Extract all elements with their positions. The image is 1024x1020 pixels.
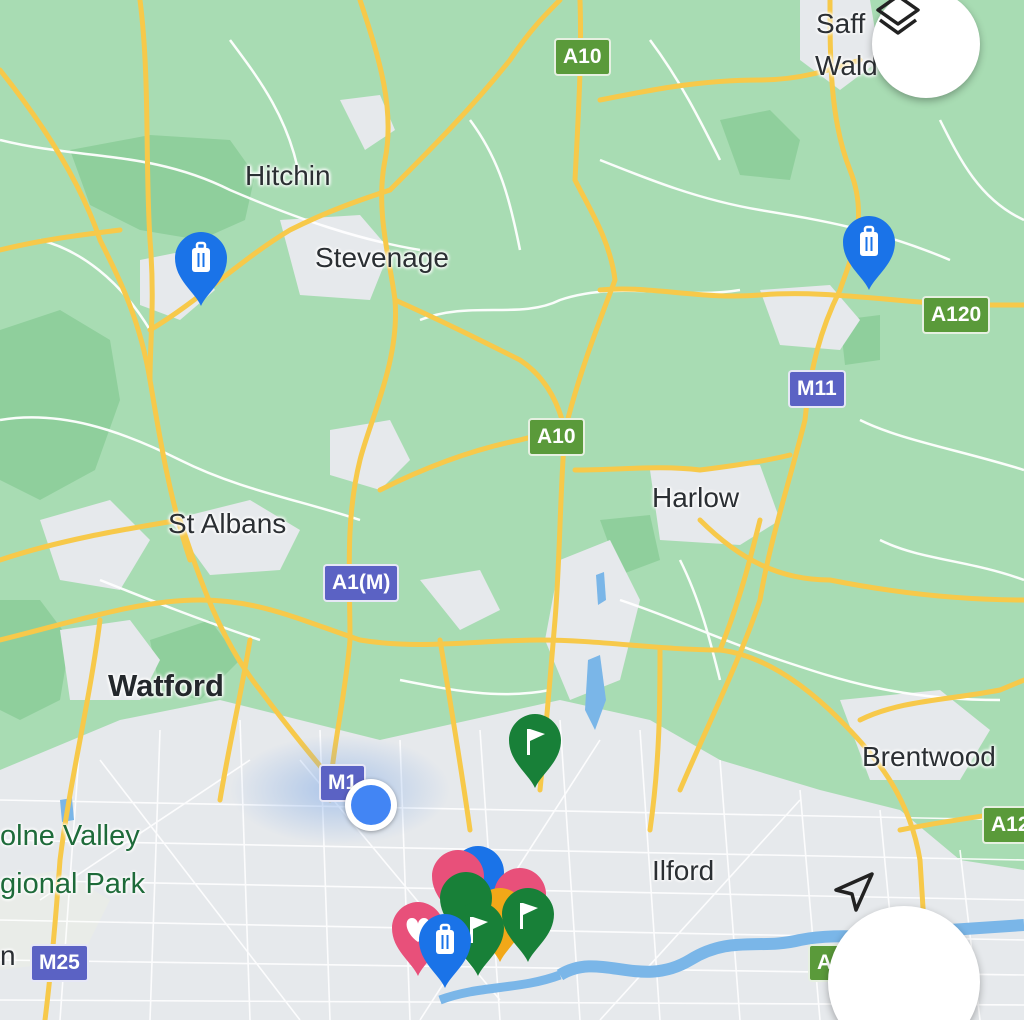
road-shield-a10: A10: [554, 38, 611, 76]
place-label-brentwood: Brentwood: [862, 741, 996, 772]
layers-icon: [876, 0, 920, 35]
road-shield-a1m: A1(M): [323, 564, 400, 602]
place-label-hitchin: Hitchin: [245, 160, 331, 191]
road-shield-a10-mid: A10: [528, 418, 585, 456]
current-location-core: [351, 785, 391, 825]
place-label-st-albans: St Albans: [168, 508, 287, 539]
road-shield-m11: M11: [788, 370, 846, 408]
place-label-saffron-walden-2: Wald: [815, 50, 878, 81]
place-label-edge: n: [0, 940, 16, 971]
road-shield-a12: A12: [982, 806, 1024, 844]
place-label-saffron-walden: Saff: [816, 8, 866, 39]
place-label-colne-valley-2: gional Park: [0, 868, 146, 900]
place-label-colne-valley: olne Valley: [0, 820, 140, 852]
place-label-watford: Watford: [108, 668, 224, 703]
place-label-ilford: Ilford: [652, 855, 715, 886]
place-label-stevenage: Stevenage: [315, 242, 449, 273]
navigation-arrow-icon: [834, 872, 874, 912]
road-shield-a120: A120: [922, 296, 991, 334]
road-shield-m25: M25: [30, 944, 89, 982]
place-label-harlow: Harlow: [652, 482, 740, 513]
current-location-dot: [345, 779, 397, 831]
map-canvas[interactable]: Saff Wald Hitchin Stevenage Harlow St Al…: [0, 0, 1024, 1020]
